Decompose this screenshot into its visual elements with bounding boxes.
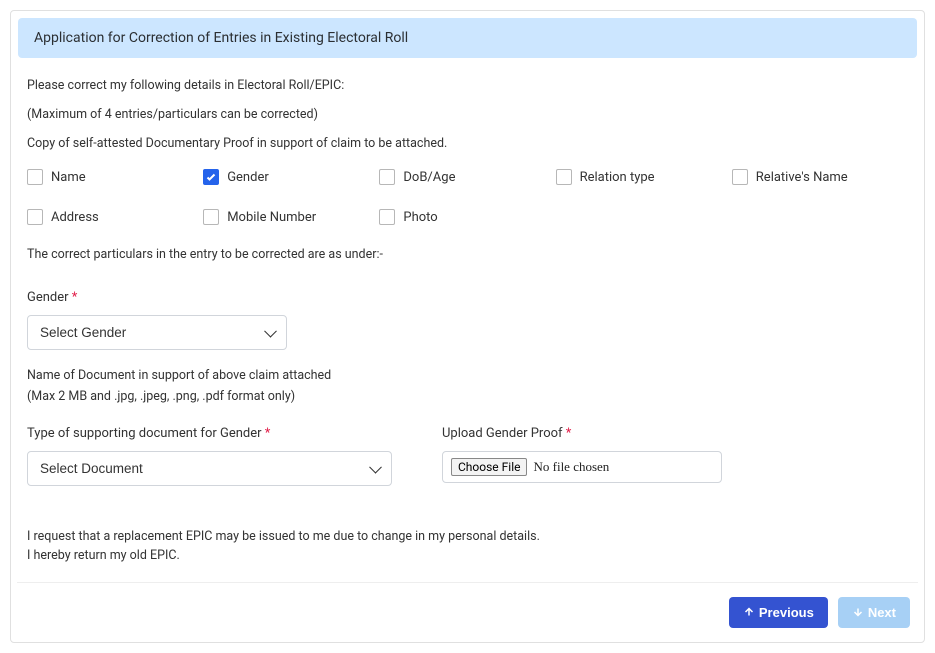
doc-type-select-wrap: Select Document bbox=[27, 451, 392, 486]
declaration-line-2: I hereby return my old EPIC. bbox=[27, 547, 908, 566]
next-button[interactable]: Next bbox=[838, 597, 910, 628]
doc-type-label-text: Type of supporting document for Gender bbox=[27, 426, 262, 441]
checkbox-label: Address bbox=[51, 210, 99, 225]
required-marker: * bbox=[72, 290, 78, 305]
checkbox-item-gender: Gender bbox=[203, 169, 379, 185]
intro-text-2: (Maximum of 4 entries/particulars can be… bbox=[27, 107, 908, 122]
correction-panel: Application for Correction of Entries in… bbox=[10, 10, 925, 643]
checkbox-label: Gender bbox=[227, 170, 269, 185]
checkbox-item-mobile-number: Mobile Number bbox=[203, 209, 379, 225]
checkbox-photo[interactable] bbox=[379, 209, 395, 225]
checkbox-gender[interactable] bbox=[203, 169, 219, 185]
upload-label-text: Upload Gender Proof bbox=[442, 426, 563, 441]
file-status-text: No file chosen bbox=[533, 459, 609, 475]
checkbox-item-photo: Photo bbox=[379, 209, 555, 225]
checkbox-item-name: Name bbox=[27, 169, 203, 185]
checkbox-name[interactable] bbox=[27, 169, 43, 185]
panel-title: Application for Correction of Entries in… bbox=[18, 18, 917, 58]
next-button-label: Next bbox=[868, 605, 896, 620]
checkbox-label: Relation type bbox=[580, 170, 655, 185]
document-subnote: (Max 2 MB and .jpg, .jpeg, .png, .pdf fo… bbox=[27, 389, 908, 404]
checkbox-label: DoB/Age bbox=[403, 170, 455, 185]
gender-select[interactable]: Select Gender bbox=[27, 315, 287, 350]
checkbox-label: Photo bbox=[403, 210, 437, 225]
arrow-up-icon bbox=[743, 606, 755, 618]
checkbox-item-relative-s-name: Relative's Name bbox=[732, 169, 908, 185]
gender-select-wrap: Select Gender bbox=[27, 315, 287, 350]
intro-text-1: Please correct my following details in E… bbox=[27, 78, 908, 93]
checkbox-mobile-number[interactable] bbox=[203, 209, 219, 225]
doc-type-label: Type of supporting document for Gender * bbox=[27, 426, 392, 441]
footer-buttons: Previous Next bbox=[11, 583, 924, 630]
checkbox-label: Relative's Name bbox=[756, 170, 848, 185]
required-marker: * bbox=[566, 426, 572, 441]
upload-field-group: Upload Gender Proof * Choose File No fil… bbox=[442, 426, 722, 486]
intro-text-3: Copy of self-attested Documentary Proof … bbox=[27, 136, 908, 151]
doc-type-select[interactable]: Select Document bbox=[27, 451, 392, 486]
checkbox-label: Name bbox=[51, 170, 86, 185]
gender-field-group: Gender * Select Gender bbox=[27, 290, 908, 350]
check-icon bbox=[205, 171, 217, 183]
checkbox-address[interactable] bbox=[27, 209, 43, 225]
correction-checkbox-grid: Name Gender DoB/Age Relation type Relative's… bbox=[27, 169, 908, 225]
gender-label-text: Gender bbox=[27, 290, 69, 305]
file-input-box: Choose File No file chosen bbox=[442, 451, 722, 483]
declaration-line-1: I request that a replacement EPIC may be… bbox=[27, 528, 908, 547]
previous-button[interactable]: Previous bbox=[729, 597, 828, 628]
declaration-text: I request that a replacement EPIC may be… bbox=[27, 528, 908, 566]
choose-file-button[interactable]: Choose File bbox=[451, 458, 527, 476]
upload-label: Upload Gender Proof * bbox=[442, 426, 722, 441]
arrow-down-icon bbox=[852, 606, 864, 618]
section-under-text: The correct particulars in the entry to … bbox=[27, 247, 908, 262]
checkbox-relative-s-name[interactable] bbox=[732, 169, 748, 185]
document-note: Name of Document in support of above cla… bbox=[27, 368, 908, 383]
checkbox-label: Mobile Number bbox=[227, 210, 316, 225]
checkbox-relation-type[interactable] bbox=[556, 169, 572, 185]
checkbox-dob-age[interactable] bbox=[379, 169, 395, 185]
gender-label: Gender * bbox=[27, 290, 908, 305]
checkbox-item-relation-type: Relation type bbox=[556, 169, 732, 185]
required-marker: * bbox=[265, 426, 271, 441]
doc-type-field-group: Type of supporting document for Gender *… bbox=[27, 426, 392, 486]
previous-button-label: Previous bbox=[759, 605, 814, 620]
checkbox-item-dob-age: DoB/Age bbox=[379, 169, 555, 185]
checkbox-item-address: Address bbox=[27, 209, 203, 225]
